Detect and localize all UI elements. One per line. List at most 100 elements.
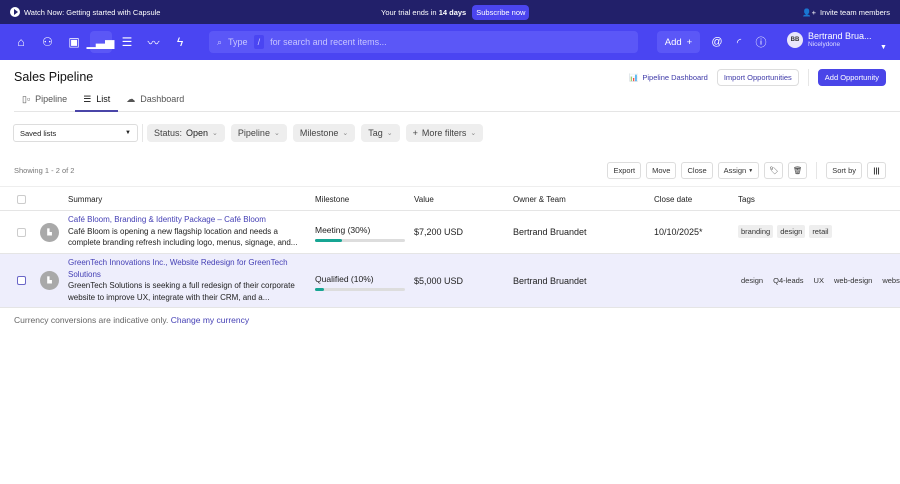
person-icon[interactable]: ⚇	[37, 31, 59, 53]
more-filters-button[interactable]: + More filters ⌄	[405, 124, 484, 142]
watch-now-link[interactable]: Watch Now: Getting started with Capsule	[24, 8, 160, 17]
tab-list[interactable]: ☰ List	[75, 91, 119, 112]
opportunity-avatar: ▙	[40, 223, 59, 242]
trial-text: Your trial ends in 14 days	[381, 7, 467, 17]
column-tags[interactable]: Tags	[738, 195, 755, 204]
column-milestone[interactable]: Milestone	[315, 195, 349, 204]
play-icon[interactable]	[10, 7, 20, 17]
milestone-filter[interactable]: Milestone ⌄	[292, 124, 356, 142]
tag-badge[interactable]: website	[879, 274, 900, 287]
export-button[interactable]: Export	[607, 162, 642, 179]
trash-icon[interactable]: 🗑	[788, 162, 808, 179]
close-date: 10/10/2025*	[654, 227, 703, 237]
table-row[interactable]: ▙ GreenTech Innovations Inc., Website Re…	[0, 254, 900, 308]
list-icon: ☰	[83, 94, 92, 104]
milestone-progress	[315, 239, 405, 242]
milestone-progress	[315, 288, 405, 291]
user-name: Bertrand Brua...	[808, 31, 872, 41]
cloud-icon: ☁	[126, 94, 136, 104]
user-menu[interactable]: BB Bertrand Brua... Nicelydone	[787, 31, 872, 48]
owner: Bertrand Bruandet	[513, 276, 587, 286]
search-input[interactable]: ⌕ Type / for search and recent items...	[209, 31, 638, 53]
opportunities-table: Summary Milestone Value Owner & Team Clo…	[0, 186, 900, 308]
chevron-down-icon[interactable]: ▼	[880, 44, 887, 51]
milestone-label: Meeting (30%)	[315, 225, 371, 235]
chevron-down-icon: ⌄	[273, 130, 280, 137]
projects-icon[interactable]: ☰	[116, 31, 138, 53]
plus-icon: +	[412, 128, 418, 138]
table-row[interactable]: ▙ Café Bloom, Branding & Identity Packag…	[0, 211, 900, 254]
row-checkbox[interactable]	[17, 228, 26, 237]
chevron-down-icon: ⌄	[342, 130, 349, 137]
opportunity-description: GreenTech Solutions is seeking a full re…	[68, 281, 295, 302]
feed-icon[interactable]: ◜	[731, 31, 747, 53]
avatar: BB	[787, 31, 803, 48]
view-tabs: ▯▫ Pipeline ☰ List ☁ Dashboard	[14, 91, 900, 112]
divider	[807, 69, 809, 86]
bar-chart-icon: 📊	[629, 73, 639, 82]
opportunity-avatar: ▙	[40, 271, 59, 290]
column-close-date[interactable]: Close date	[654, 195, 692, 204]
row-checkbox[interactable]	[17, 276, 26, 285]
tag-list: branding design retail	[738, 225, 832, 238]
columns-icon[interactable]: |||	[867, 162, 886, 179]
user-org: Nicelydone	[808, 41, 841, 48]
announcement-banner: Watch Now: Getting started with Capsule …	[0, 0, 900, 24]
main-nav: ⌂ ⚇ ▣ ▁▃▅ ☰ 〰 ϟ ⌕ Type / for search and …	[0, 24, 900, 60]
page-title: Sales Pipeline	[14, 70, 94, 84]
column-owner[interactable]: Owner & Team	[513, 195, 566, 204]
tag-badge[interactable]: design	[777, 225, 806, 238]
caret-down-icon: ▼	[748, 167, 754, 174]
milestone-label: Qualified (10%)	[315, 274, 374, 284]
divider	[142, 124, 143, 142]
assign-button[interactable]: Assign ▼	[717, 162, 760, 179]
workflow-icon[interactable]: ϟ	[169, 31, 191, 53]
saved-lists-select[interactable]: Saved lists ▼	[13, 124, 138, 142]
tag-badge[interactable]: retail	[809, 225, 832, 238]
status-filter[interactable]: Status: Open ⌄	[147, 124, 225, 142]
invite-team-button[interactable]: 👤+ Invite team members	[802, 0, 890, 24]
subscribe-button[interactable]: Subscribe now	[472, 4, 530, 20]
tag-icon[interactable]: 🏷	[764, 162, 784, 179]
import-opportunities-button[interactable]: Import Opportunities	[716, 69, 799, 86]
tag-badge[interactable]: branding	[738, 225, 774, 238]
chevron-down-icon: ⌄	[470, 130, 477, 137]
pipeline-dashboard-link[interactable]: 📊 Pipeline Dashboard	[629, 73, 708, 82]
tab-dashboard[interactable]: ☁ Dashboard	[118, 91, 192, 112]
mentions-icon[interactable]: @	[709, 31, 725, 53]
pipeline-filter[interactable]: Pipeline ⌄	[230, 124, 287, 142]
sort-by-button[interactable]: Sort by	[826, 162, 862, 179]
search-icon: ⌕	[217, 36, 223, 47]
help-icon[interactable]: ⓘ	[753, 31, 769, 53]
chevron-down-icon: ⌄	[212, 130, 218, 137]
opportunity-link[interactable]: GreenTech Innovations Inc., Website Rede…	[68, 257, 308, 280]
tag-badge[interactable]: web-design	[831, 274, 875, 287]
change-currency-link[interactable]: Change my currency	[171, 315, 249, 325]
tag-filter[interactable]: Tag ⌄	[361, 124, 400, 142]
tab-pipeline[interactable]: ▯▫ Pipeline	[14, 91, 75, 112]
caret-down-icon: ▼	[125, 130, 131, 136]
table-header: Summary Milestone Value Owner & Team Clo…	[0, 186, 900, 211]
column-value[interactable]: Value	[414, 195, 434, 204]
close-button[interactable]: Close	[681, 162, 713, 179]
column-summary[interactable]: Summary	[68, 195, 102, 204]
pipeline-chart-icon[interactable]: ▁▃▅	[87, 31, 114, 53]
owner: Bertrand Bruandet	[513, 227, 587, 237]
value: $7,200 USD	[414, 227, 464, 237]
add-opportunity-button[interactable]: Add Opportunity	[817, 69, 886, 86]
calendar-icon[interactable]: ▣	[63, 31, 85, 53]
tag-badge[interactable]: design	[738, 274, 766, 287]
chevron-down-icon: ⌄	[386, 130, 393, 137]
results-count: Showing 1 - 2 of 2	[14, 166, 75, 175]
tag-badge[interactable]: Q4-leads	[770, 274, 806, 287]
home-icon[interactable]: ⌂	[10, 31, 32, 53]
plus-icon: +	[686, 36, 693, 48]
select-all-checkbox[interactable]	[17, 195, 26, 204]
tag-badge[interactable]: UX	[811, 274, 827, 287]
add-button[interactable]: Add +	[657, 31, 700, 53]
currency-note: Currency conversions are indicative only…	[14, 315, 250, 325]
opportunity-link[interactable]: Café Bloom, Branding & Identity Package …	[68, 214, 308, 226]
reports-icon[interactable]: 〰	[143, 31, 165, 53]
move-button[interactable]: Move	[646, 162, 677, 179]
value: $5,000 USD	[414, 276, 464, 286]
